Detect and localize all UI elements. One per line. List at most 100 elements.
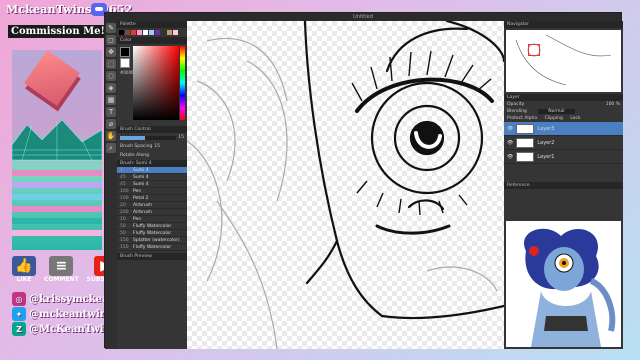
brush-name: Fluffy Watercolor	[133, 244, 172, 250]
swatch[interactable]	[167, 30, 172, 35]
hand-tool-icon[interactable]: ✋	[106, 131, 116, 141]
handle-text: @mckeantwins	[29, 308, 113, 320]
swatch[interactable]	[143, 30, 148, 35]
brush-item[interactable]: 50 Fluffy Watercolor	[117, 230, 187, 237]
eyedropper-tool-icon[interactable]: ⌀	[106, 119, 116, 129]
brush-item[interactable]: 150 Splatter (watercolor)	[117, 237, 187, 244]
brush-item[interactable]: 50 Fluffy Watercolor	[117, 223, 187, 230]
drawing-canvas[interactable]	[187, 21, 504, 349]
opacity-label: Opacity	[507, 102, 525, 107]
lasso-tool-icon[interactable]: ◌	[106, 71, 116, 81]
eraser-tool-icon[interactable]: ◻	[106, 35, 116, 45]
primary-color-swatch[interactable]	[120, 47, 130, 57]
swatch[interactable]	[125, 30, 130, 35]
brush-item[interactable]: 45 Sumi 4	[117, 174, 187, 181]
stripe	[12, 230, 102, 236]
brush-item[interactable]: 45 Sumi 4	[117, 181, 187, 188]
swatch[interactable]	[119, 30, 124, 35]
brush-size: 50	[120, 230, 126, 236]
swatch[interactable]	[155, 30, 160, 35]
reference-character-art	[506, 221, 621, 347]
comment-label: COMMENT	[44, 276, 79, 283]
navigator-preview[interactable]	[506, 30, 621, 92]
brush-item[interactable]: 100 Petal 2	[117, 195, 187, 202]
brush-name: Fluffy Watercolor	[133, 230, 172, 236]
move-tool-icon[interactable]: ✥	[106, 47, 116, 57]
layer-row[interactable]: 👁 Layer1	[504, 150, 623, 164]
layer-name: Layer1	[537, 153, 555, 160]
layer-thumbnail	[516, 137, 535, 148]
left-panels: Palette Color #000000 Brush Control 15 B…	[117, 21, 187, 349]
fill-tool-icon[interactable]: ◈	[106, 83, 116, 93]
rotate-along-row: Rotate Along	[117, 151, 187, 160]
brush-size: 50	[120, 223, 126, 229]
line-art	[187, 21, 504, 349]
rotate-along-label: Rotate Along	[120, 153, 149, 158]
brush-item[interactable]: 10 Pen	[117, 216, 187, 223]
layer-panel-title: Layer	[504, 94, 623, 101]
reference-panel-title: Reference	[504, 182, 623, 189]
document-title: Untitled	[105, 13, 621, 21]
brush-spacing-value[interactable]: 15	[154, 144, 160, 149]
text-tool-icon[interactable]: T	[106, 107, 116, 117]
navigator-viewport-rect[interactable]	[528, 44, 540, 56]
layer-row[interactable]: 👁 Layer2	[504, 136, 623, 150]
layer-thumbnail	[516, 123, 535, 134]
brush-name: Sumi 4	[133, 181, 149, 187]
swatch[interactable]	[131, 30, 136, 35]
right-panels: Navigator Layer Opacity 100 % Blending N…	[504, 21, 623, 349]
protect-alpha-checkbox[interactable]: Protect Alpha	[507, 116, 537, 121]
brush-name: Splatter (watercolor)	[133, 237, 180, 243]
swatch[interactable]	[137, 30, 142, 35]
brush-size-slider[interactable]	[120, 135, 177, 140]
eye-icon[interactable]: 👁	[507, 126, 513, 132]
thumbs-up-icon: 👍	[12, 256, 36, 276]
brush-item[interactable]: 4 Sumi 4	[117, 167, 187, 174]
brush-item[interactable]: 200 Airbrush	[117, 209, 187, 216]
twitch-icon: Z	[12, 322, 26, 336]
stripe	[12, 182, 102, 188]
brush-size: 100	[120, 188, 129, 194]
stripe	[12, 218, 102, 224]
brush-size: 4	[120, 167, 123, 173]
eye-icon[interactable]: 👁	[507, 140, 513, 146]
brush-spacing-row: Brush Spacing 15	[117, 142, 187, 151]
stripe	[12, 206, 102, 212]
hue-slider[interactable]	[180, 46, 185, 120]
brush-size: 150	[120, 244, 129, 250]
blending-label: Blending	[507, 109, 527, 114]
reference-image	[506, 221, 621, 347]
tool-bar: ✎ ◻ ✥ ⬚ ◌ ◈ ▦ T ⌀ ✋ ⌕	[105, 21, 117, 349]
layer-row[interactable]: 👁 Layer3	[504, 122, 623, 136]
swatch[interactable]	[161, 30, 166, 35]
lock-checkbox[interactable]: Lock	[570, 116, 580, 121]
select-tool-icon[interactable]: ⬚	[106, 59, 116, 69]
navigator-thumbnail	[515, 34, 612, 86]
brush-size-value: 15	[178, 135, 184, 140]
brush-item[interactable]: 150 Fluffy Watercolor	[117, 244, 187, 251]
brush-name: Airbrush	[133, 209, 152, 215]
brush-preview-title: Brush Preview	[117, 253, 187, 260]
swatch[interactable]	[173, 30, 178, 35]
clipping-checkbox[interactable]: Clipping	[545, 116, 563, 121]
brush-control-title: Brush Control	[117, 126, 187, 133]
layer-name: Layer2	[537, 139, 555, 146]
like-label: LIKE	[16, 276, 32, 283]
eye-icon[interactable]: 👁	[507, 154, 513, 160]
brush-item[interactable]: 100 Pen	[117, 188, 187, 195]
opacity-value[interactable]: 100 %	[606, 102, 620, 107]
brush-tool-icon[interactable]: ✎	[106, 23, 116, 33]
secondary-color-swatch[interactable]	[120, 58, 130, 68]
gradient-tool-icon[interactable]: ▦	[106, 95, 116, 105]
layer-thumbnail	[516, 151, 535, 162]
social-handles: ◎ @krissymckean ✦ @mckeantwins Z @McKean…	[12, 292, 116, 336]
zoom-tool-icon[interactable]: ⌕	[106, 143, 116, 153]
swatch[interactable]	[149, 30, 154, 35]
saturation-value-square[interactable]	[133, 46, 179, 120]
brush-size: 100	[120, 195, 129, 201]
instagram-icon: ◎	[12, 292, 26, 306]
palette-panel-title: Palette	[117, 21, 187, 28]
blending-select[interactable]: Normal	[538, 109, 575, 114]
painting-app-window: Untitled ✎ ◻ ✥ ⬚ ◌ ◈ ▦ T ⌀ ✋ ⌕ Palette C…	[104, 12, 623, 349]
brush-item[interactable]: 20 Airbrush	[117, 202, 187, 209]
